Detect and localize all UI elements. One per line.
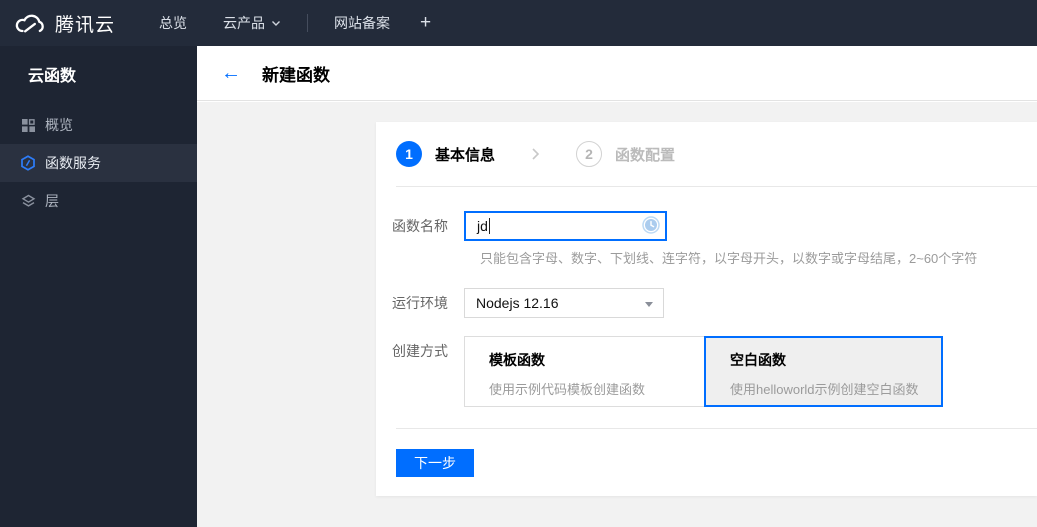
- step-basic-info: 1 基本信息: [396, 141, 495, 167]
- back-arrow-icon[interactable]: ←: [221, 63, 241, 83]
- sidebar: 云函数 概览 函数服务 层: [0, 46, 197, 527]
- runtime-label: 运行环境: [392, 295, 448, 311]
- dropdown-caret-icon: [645, 302, 653, 307]
- step-chevron-icon: [531, 147, 540, 161]
- method-desc: 使用示例代码模板创建函数: [489, 382, 646, 397]
- nav-item-icp[interactable]: 网站备案: [334, 13, 390, 33]
- add-tab-button[interactable]: +: [420, 12, 431, 34]
- sidebar-item-function-service[interactable]: 函数服务: [0, 144, 197, 182]
- next-step-button[interactable]: 下一步: [396, 449, 474, 477]
- nav-separator: [307, 14, 309, 32]
- method-title: 模板函数: [489, 352, 545, 368]
- hexagon-function-icon: [20, 155, 36, 171]
- tencent-cloud-logo[interactable]: 腾讯云: [14, 10, 115, 37]
- sidebar-item-overview[interactable]: 概览: [0, 106, 197, 144]
- top-navigation: 总览 云产品 网站备案 +: [159, 12, 431, 34]
- content-area: 1 基本信息 2 函数配置 函数名称 jd 只能包含字母、数字、下划线、连字符，…: [197, 102, 1037, 527]
- step-function-config: 2 函数配置: [576, 141, 675, 167]
- runtime-row: 运行环境 Nodejs 12.16: [392, 288, 1037, 318]
- step-1-badge: 1: [396, 141, 422, 167]
- sidebar-item-label: 函数服务: [45, 155, 101, 171]
- nav-item-overview[interactable]: 总览: [159, 13, 187, 33]
- creation-method-label: 创建方式: [392, 343, 448, 359]
- divider: [396, 428, 1037, 429]
- basic-info-form: 函数名称 jd 只能包含字母、数字、下划线、连字符，以字母开头，以数字或字母结尾…: [376, 187, 1037, 407]
- nav-item-products[interactable]: 云产品: [223, 13, 281, 33]
- create-function-card: 1 基本信息 2 函数配置 函数名称 jd 只能包含字母、数字、下划线、连字符，…: [376, 122, 1037, 496]
- step-1-label: 基本信息: [435, 146, 496, 164]
- function-name-value: jd: [477, 218, 488, 234]
- text-cursor: [488, 218, 490, 234]
- method-card-template-function[interactable]: 模板函数 使用示例代码模板创建函数: [464, 336, 705, 407]
- method-desc: 使用helloworld示例创建空白函数: [730, 382, 919, 397]
- function-name-input[interactable]: jd: [464, 211, 667, 241]
- sidebar-item-label: 层: [45, 193, 59, 209]
- function-name-help: 只能包含字母、数字、下划线、连字符，以字母开头，以数字或字母结尾，2~60个字符: [480, 251, 978, 266]
- page-header: ← 新建函数: [197, 46, 1037, 101]
- nav-products-label: 云产品: [223, 15, 266, 31]
- step-2-label: 函数配置: [615, 146, 676, 164]
- chevron-down-icon: [271, 20, 281, 27]
- layers-icon: [20, 193, 36, 209]
- method-card-blank-function[interactable]: 空白函数 使用helloworld示例创建空白函数: [704, 336, 943, 407]
- brand-name: 腾讯云: [55, 14, 116, 36]
- clock-pending-icon: [642, 216, 660, 237]
- sidebar-item-label: 概览: [45, 117, 73, 133]
- page-title: 新建函数: [262, 65, 330, 85]
- function-name-label: 函数名称: [392, 218, 448, 234]
- topbar: 腾讯云 总览 云产品 网站备案 +: [0, 0, 1037, 46]
- step-indicator: 1 基本信息 2 函数配置: [376, 122, 1037, 186]
- cloud-logo-icon: [15, 14, 44, 32]
- function-name-row: 函数名称 jd: [392, 211, 1037, 241]
- grid-icon: [20, 117, 36, 133]
- runtime-select[interactable]: Nodejs 12.16: [464, 288, 664, 318]
- runtime-selected-value: Nodejs 12.16: [476, 295, 559, 311]
- sidebar-menu: 概览 函数服务 层: [0, 106, 197, 220]
- method-title: 空白函数: [730, 352, 786, 368]
- creation-method-row: 创建方式 模板函数 使用示例代码模板创建函数 空白函数 使用helloworld…: [392, 336, 1037, 407]
- sidebar-title: 云函数: [28, 68, 77, 85]
- step-2-badge: 2: [576, 141, 603, 167]
- sidebar-item-layers[interactable]: 层: [0, 182, 197, 220]
- method-card-group: 模板函数 使用示例代码模板创建函数 空白函数 使用helloworld示例创建空…: [464, 336, 943, 407]
